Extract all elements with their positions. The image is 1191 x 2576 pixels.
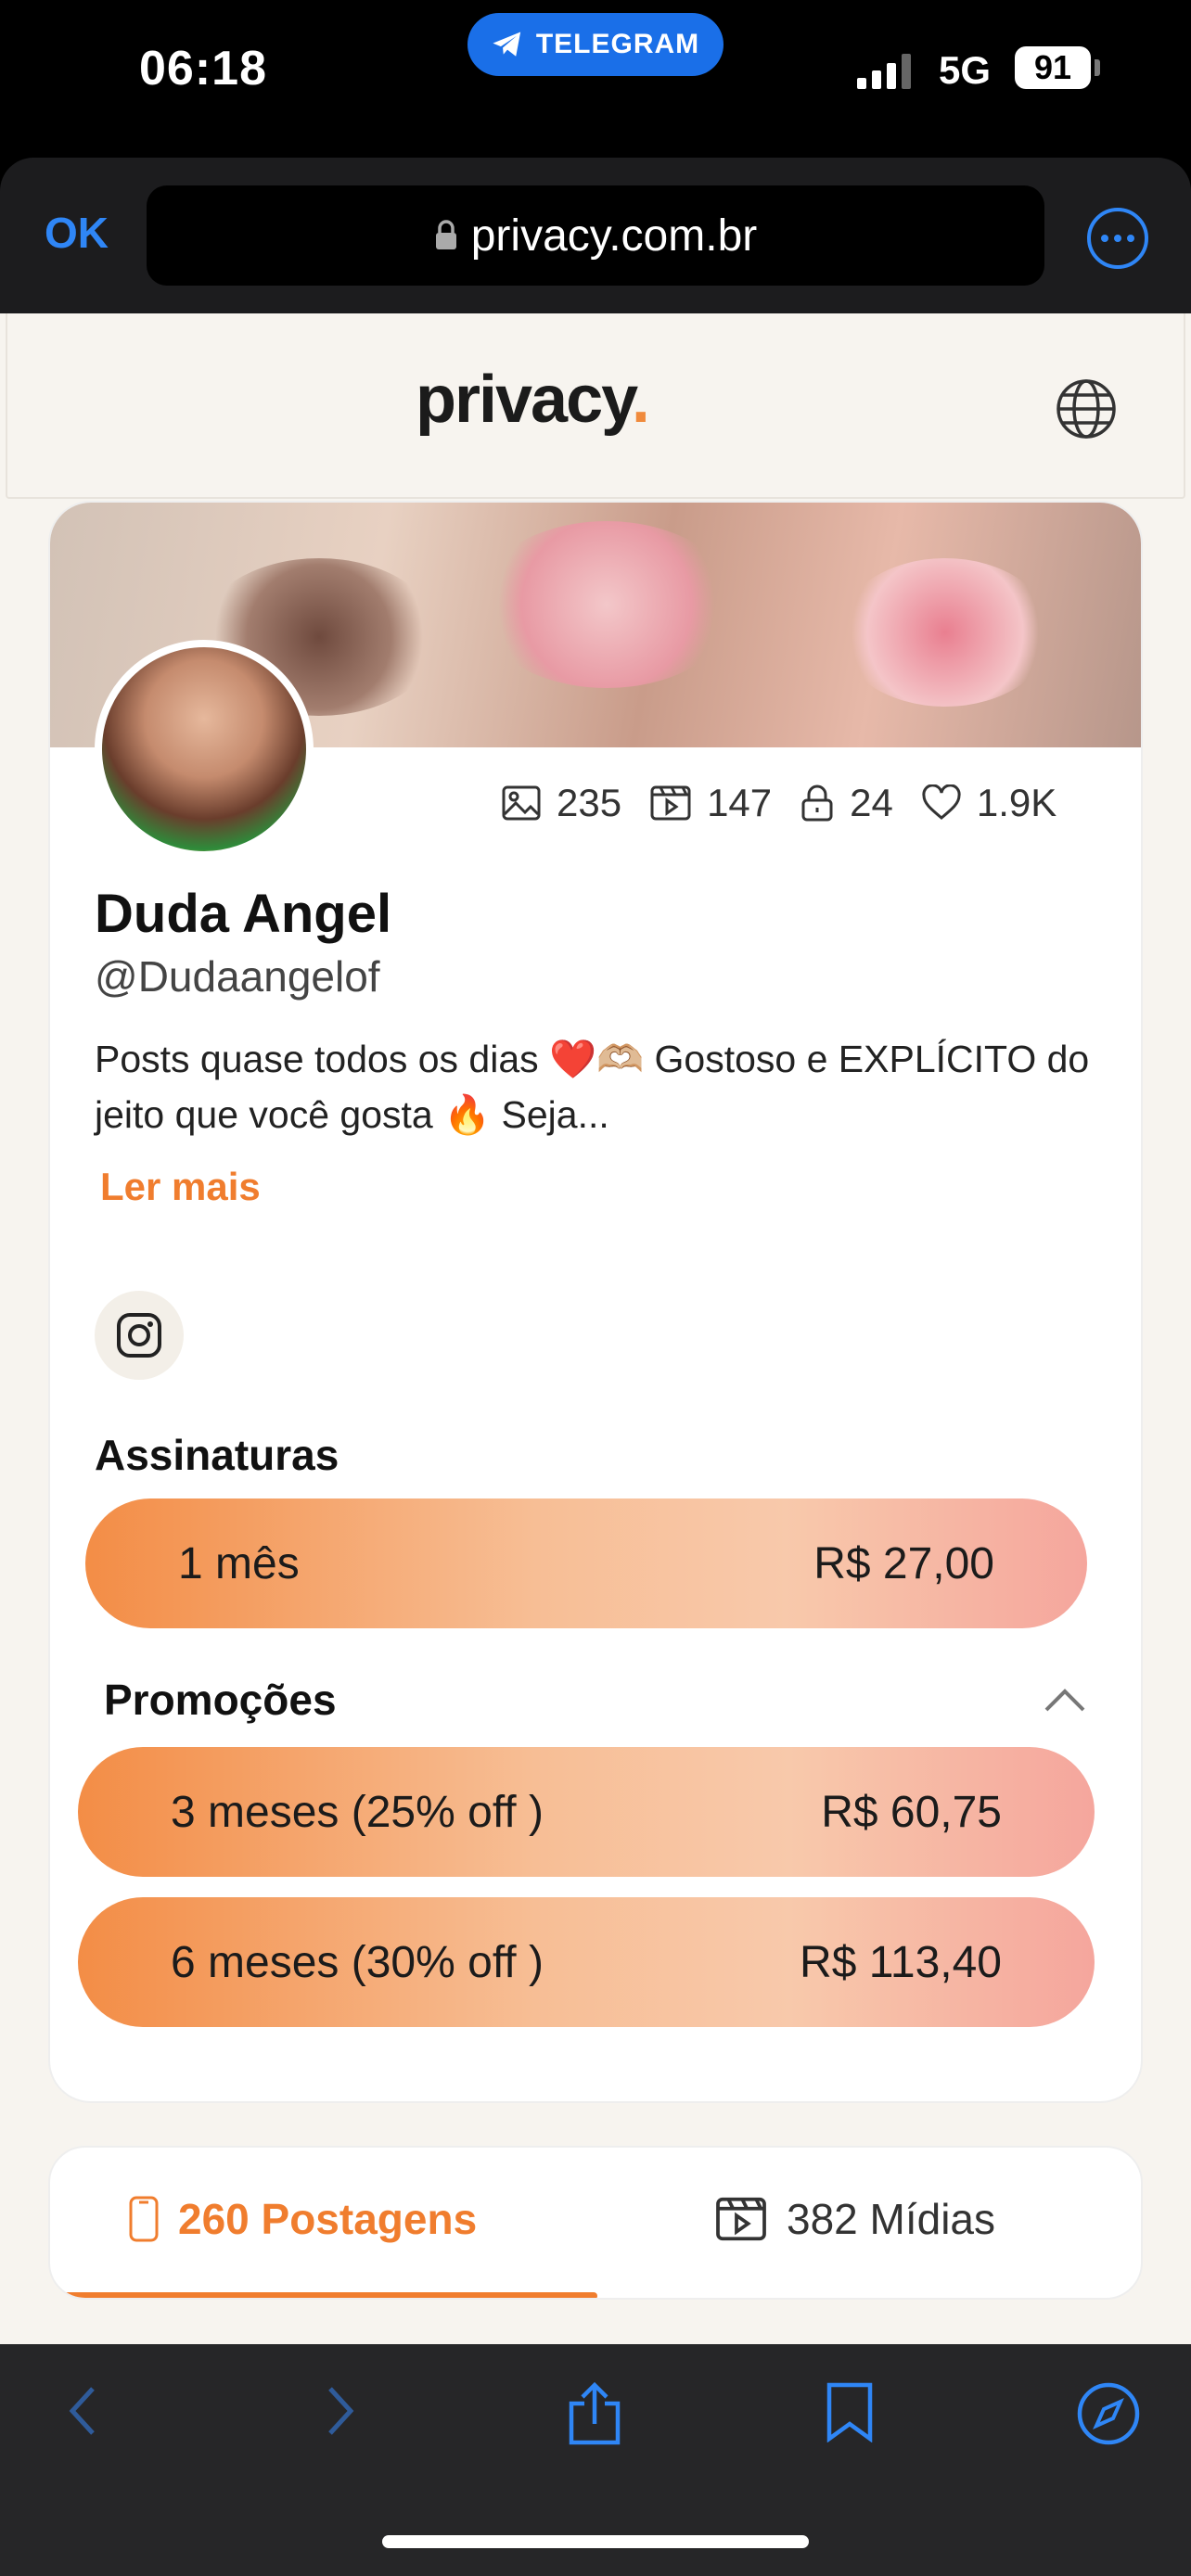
more-options-icon[interactable] xyxy=(1087,208,1148,269)
profile-name: Duda Angel xyxy=(95,884,392,944)
done-button[interactable]: OK xyxy=(45,208,109,258)
status-time: 06:18 xyxy=(139,42,267,96)
stat-likes-value: 1.9K xyxy=(976,781,1057,824)
bookmarks-icon[interactable] xyxy=(824,2381,876,2442)
privacy-logo[interactable]: privacy. xyxy=(416,362,650,438)
telegram-pill-label: TELEGRAM xyxy=(535,29,700,59)
profile-bio: Posts quase todos os dias ❤️🫶🏼 Gostoso e… xyxy=(95,1038,1090,1136)
tab-posts[interactable]: 260 Postagens xyxy=(128,2194,477,2244)
video-icon xyxy=(650,785,691,821)
profile-stats: 235 147 24 1.9K xyxy=(501,781,1057,825)
read-more-link[interactable]: Ler mais xyxy=(100,1165,261,1209)
plan-3-months-button[interactable]: 3 meses (25% off ) R$ 60,75 xyxy=(78,1747,1095,1877)
content-tabs: 260 Postagens 382 Mídias xyxy=(48,2146,1143,2300)
battery-tip xyxy=(1095,59,1100,76)
battery-icon: 91 xyxy=(1015,46,1091,89)
instagram-icon xyxy=(117,1313,161,1358)
logo-text: privacy xyxy=(416,363,634,437)
tab-media-label: 382 Mídias xyxy=(787,2195,996,2243)
telegram-return-pill[interactable]: TELEGRAM xyxy=(467,13,724,76)
browser-toolbar xyxy=(0,2344,1191,2576)
plan-label: 1 mês xyxy=(178,1538,300,1588)
plan-price: R$ 113,40 xyxy=(800,1937,1002,1987)
heart-icon xyxy=(922,784,961,820)
plan-label: 6 meses (30% off ) xyxy=(171,1937,544,1987)
profile-card: 235 147 24 1.9K Duda Angel @Dudaangelof … xyxy=(48,501,1143,2103)
active-tab-indicator xyxy=(50,2292,597,2298)
image-icon xyxy=(502,785,541,821)
logo-dot: . xyxy=(631,363,650,437)
plan-1-month-button[interactable]: 1 mês R$ 27,00 xyxy=(85,1498,1087,1628)
site-header: privacy. xyxy=(6,313,1185,499)
promotions-header[interactable]: Promoções xyxy=(104,1675,1087,1725)
back-icon[interactable] xyxy=(65,2381,102,2441)
subscriptions-title: Assinaturas xyxy=(95,1431,339,1479)
promotions-title: Promoções xyxy=(104,1676,337,1724)
stat-videos-value: 147 xyxy=(707,781,773,824)
url-field[interactable]: privacy.com.br xyxy=(147,185,1044,286)
share-icon[interactable] xyxy=(564,2381,625,2446)
url-text: privacy.com.br xyxy=(470,210,758,261)
battery-level: 91 xyxy=(1033,48,1072,86)
avatar[interactable] xyxy=(95,640,314,859)
web-page: privacy. 235 147 24 1.9K Duda Angel @Dud… xyxy=(0,313,1191,2344)
plan-price: R$ 27,00 xyxy=(813,1538,994,1588)
tab-posts-label: 260 Postagens xyxy=(178,2195,478,2243)
cellular-signal-icon xyxy=(857,52,911,89)
lock-icon xyxy=(435,220,456,249)
video-icon xyxy=(716,2197,766,2241)
instagram-button[interactable] xyxy=(95,1291,184,1380)
telegram-icon xyxy=(493,32,520,57)
stat-photos-value: 235 xyxy=(557,781,622,824)
plan-price: R$ 60,75 xyxy=(821,1787,1002,1837)
compass-icon[interactable] xyxy=(1076,2381,1141,2446)
chevron-up-icon[interactable] xyxy=(1043,1686,1087,1714)
plan-6-months-button[interactable]: 6 meses (30% off ) R$ 113,40 xyxy=(78,1897,1095,2027)
globe-icon[interactable] xyxy=(1056,378,1117,440)
stat-videos: 147 xyxy=(649,781,772,825)
profile-handle: @Dudaangelof xyxy=(95,952,380,1001)
lock-outline-icon xyxy=(801,784,833,822)
stat-likes: 1.9K xyxy=(921,781,1057,825)
plan-label: 3 meses (25% off ) xyxy=(171,1787,544,1837)
browser-address-bar: OK privacy.com.br xyxy=(0,158,1191,313)
phone-icon xyxy=(129,2196,159,2242)
status-bar: 06:18 TELEGRAM 5G 91 xyxy=(0,0,1191,156)
forward-icon[interactable] xyxy=(321,2381,358,2441)
stat-locked-value: 24 xyxy=(850,781,893,824)
home-indicator xyxy=(382,2535,809,2548)
tab-media[interactable]: 382 Mídias xyxy=(714,2194,995,2244)
stat-photos: 235 xyxy=(501,781,621,825)
stat-locked: 24 xyxy=(800,781,893,825)
network-type: 5G xyxy=(939,48,992,92)
